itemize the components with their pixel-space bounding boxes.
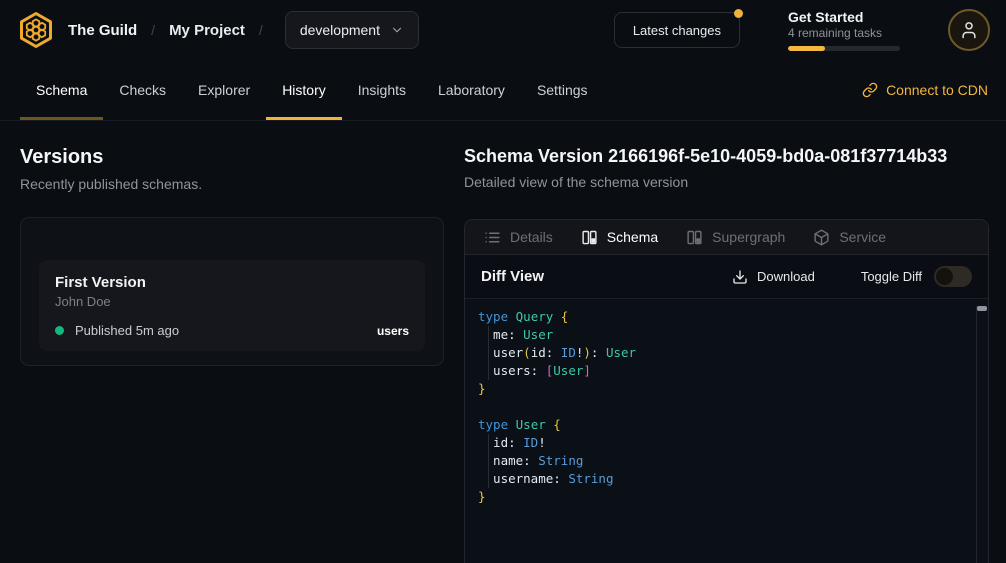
get-started-widget[interactable]: Get Started 4 remaining tasks	[788, 9, 900, 51]
tab-details[interactable]: Details	[484, 229, 553, 246]
nav-tab-settings[interactable]: Settings	[521, 60, 604, 120]
nav-tab-schema[interactable]: Schema	[20, 60, 103, 120]
code-block: type Query { me: User user(id: ID!): Use…	[478, 308, 964, 506]
versions-title: Versions	[20, 146, 444, 169]
service-badge: users	[377, 324, 409, 338]
schema-detail-box: Details Schema Supergr	[464, 219, 989, 563]
box-icon	[813, 229, 830, 246]
columns-icon	[581, 229, 598, 246]
version-title: First Version	[55, 274, 409, 291]
get-started-progress	[788, 46, 900, 51]
diff-view-header: Diff View Download Toggle Diff	[465, 255, 988, 299]
version-status: Published 5m ago	[75, 323, 179, 338]
versions-subtitle: Recently published schemas.	[20, 176, 444, 192]
version-list-item[interactable]: First Version John Doe Published 5m ago …	[39, 260, 425, 351]
nav-tab-history[interactable]: History	[266, 60, 342, 120]
tab-schema-label: Schema	[607, 229, 658, 245]
diff-actions: Download Toggle Diff	[732, 266, 972, 287]
versions-list-card: First Version John Doe Published 5m ago …	[20, 217, 444, 366]
published-status-dot	[55, 326, 64, 335]
tab-supergraph[interactable]: Supergraph	[686, 229, 785, 246]
scrollbar-track	[976, 306, 977, 563]
version-detail-panel: Schema Version 2166196f-5e10-4059-bd0a-0…	[464, 121, 1006, 563]
nav-tab-laboratory[interactable]: Laboratory	[422, 60, 521, 120]
nav-tab-explorer[interactable]: Explorer	[182, 60, 266, 120]
tab-schema[interactable]: Schema	[581, 229, 658, 246]
top-header: The Guild / My Project / development Lat…	[0, 0, 1006, 60]
tab-supergraph-label: Supergraph	[712, 229, 785, 245]
get-started-title: Get Started	[788, 9, 900, 25]
guild-logo-icon[interactable]	[16, 10, 56, 50]
latest-changes-button[interactable]: Latest changes	[614, 12, 740, 48]
nav-tab-checks[interactable]: Checks	[103, 60, 182, 120]
schema-version-title: Schema Version 2166196f-5e10-4059-bd0a-0…	[464, 146, 989, 167]
schema-version-subtitle: Detailed view of the schema version	[464, 174, 989, 190]
scrollbar-thumb[interactable]	[977, 306, 987, 311]
toggle-diff-switch[interactable]	[934, 266, 972, 287]
detail-tab-bar: Details Schema Supergr	[465, 220, 988, 255]
main-content: Versions Recently published schemas. Fir…	[0, 121, 1006, 563]
project-nav: Schema Checks Explorer History Insights …	[0, 60, 1006, 121]
download-icon	[732, 269, 748, 285]
tab-service-label: Service	[839, 229, 886, 245]
list-icon	[484, 229, 501, 246]
chevron-down-icon	[390, 23, 404, 37]
target-selector-value: development	[300, 22, 380, 38]
connect-to-cdn-link[interactable]: Connect to CDN	[844, 60, 1006, 120]
target-selector[interactable]: development	[285, 11, 419, 49]
breadcrumb-separator: /	[259, 22, 263, 38]
header-actions: Latest changes Get Started 4 remaining t…	[614, 9, 990, 51]
connect-to-cdn-label: Connect to CDN	[886, 82, 988, 98]
user-avatar[interactable]	[948, 9, 990, 51]
diff-view-title: Diff View	[481, 268, 544, 285]
schema-code-viewer[interactable]: type Query { me: User user(id: ID!): Use…	[465, 299, 988, 563]
nav-tab-insights[interactable]: Insights	[342, 60, 422, 120]
org-breadcrumb[interactable]: The Guild	[68, 22, 137, 39]
project-breadcrumb[interactable]: My Project	[169, 22, 245, 39]
latest-changes-label: Latest changes	[633, 23, 721, 38]
download-button[interactable]: Download	[732, 269, 815, 285]
user-icon	[959, 20, 979, 40]
tab-service[interactable]: Service	[813, 229, 886, 246]
progress-fill	[788, 46, 825, 51]
link-icon	[862, 82, 878, 98]
versions-panel: Versions Recently published schemas. Fir…	[0, 121, 464, 563]
version-meta-row: Published 5m ago users	[55, 323, 409, 338]
tab-details-label: Details	[510, 229, 553, 245]
toggle-diff-label: Toggle Diff	[861, 269, 922, 284]
breadcrumb-separator: /	[151, 22, 155, 38]
version-author: John Doe	[55, 294, 409, 309]
toggle-knob	[936, 268, 953, 285]
get-started-subtitle: 4 remaining tasks	[788, 26, 900, 40]
columns-icon	[686, 229, 703, 246]
notification-dot	[734, 9, 743, 18]
download-label: Download	[757, 269, 815, 284]
